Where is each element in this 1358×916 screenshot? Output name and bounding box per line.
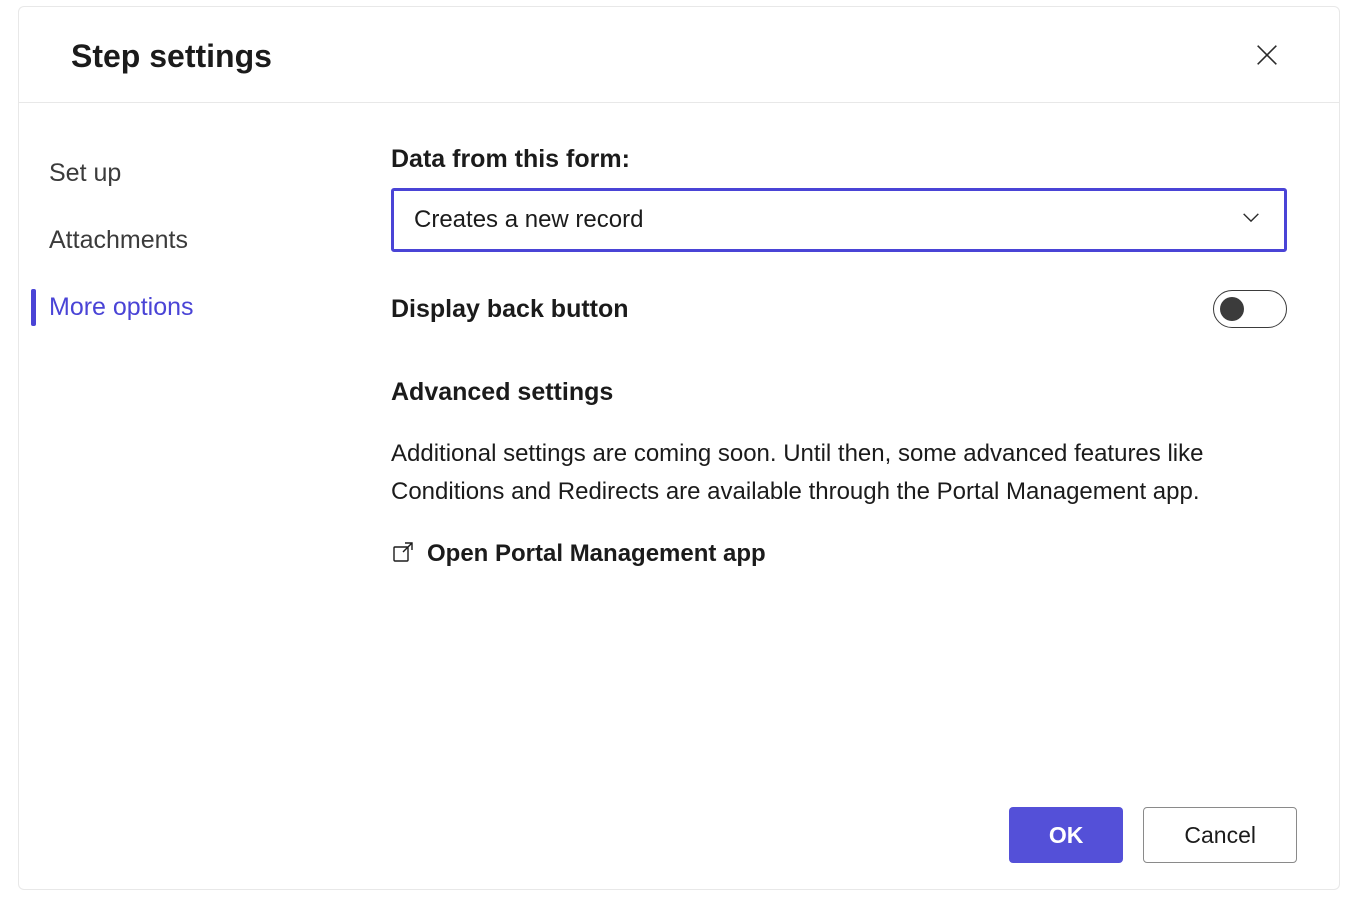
content-panel: Data from this form: Creates a new recor… xyxy=(391,145,1339,781)
close-button[interactable] xyxy=(1247,35,1287,78)
external-link-icon xyxy=(391,540,415,569)
sidebar: Set up Attachments More options xyxy=(19,145,391,781)
sidebar-item-label: Set up xyxy=(49,159,121,187)
sidebar-item-setup[interactable]: Set up xyxy=(31,145,391,202)
chevron-down-icon xyxy=(1240,207,1262,234)
advanced-description: Additional settings are coming soon. Unt… xyxy=(391,435,1287,512)
data-from-select[interactable]: Creates a new record xyxy=(391,188,1287,252)
select-value: Creates a new record xyxy=(414,206,643,234)
dialog-header: Step settings xyxy=(19,7,1339,103)
sidebar-item-label: More options xyxy=(49,293,194,321)
toggle-thumb xyxy=(1220,297,1244,321)
data-from-label: Data from this form: xyxy=(391,145,1287,174)
display-back-toggle[interactable] xyxy=(1213,290,1287,328)
dialog-footer: OK Cancel xyxy=(19,781,1339,889)
ok-button[interactable]: OK xyxy=(1009,807,1124,863)
sidebar-item-label: Attachments xyxy=(49,226,188,254)
cancel-button[interactable]: Cancel xyxy=(1143,807,1297,863)
display-back-row: Display back button xyxy=(391,290,1287,328)
sidebar-item-more-options[interactable]: More options xyxy=(31,279,391,336)
open-portal-link[interactable]: Open Portal Management app xyxy=(391,540,1287,569)
advanced-heading: Advanced settings xyxy=(391,378,1287,407)
open-portal-link-text: Open Portal Management app xyxy=(427,540,766,568)
dialog-body: Set up Attachments More options Data fro… xyxy=(19,103,1339,781)
display-back-label: Display back button xyxy=(391,295,629,324)
dialog-title: Step settings xyxy=(71,38,272,75)
close-icon xyxy=(1253,41,1281,72)
step-settings-dialog: Step settings Set up Attachments More op… xyxy=(18,6,1340,890)
sidebar-item-attachments[interactable]: Attachments xyxy=(31,212,391,269)
